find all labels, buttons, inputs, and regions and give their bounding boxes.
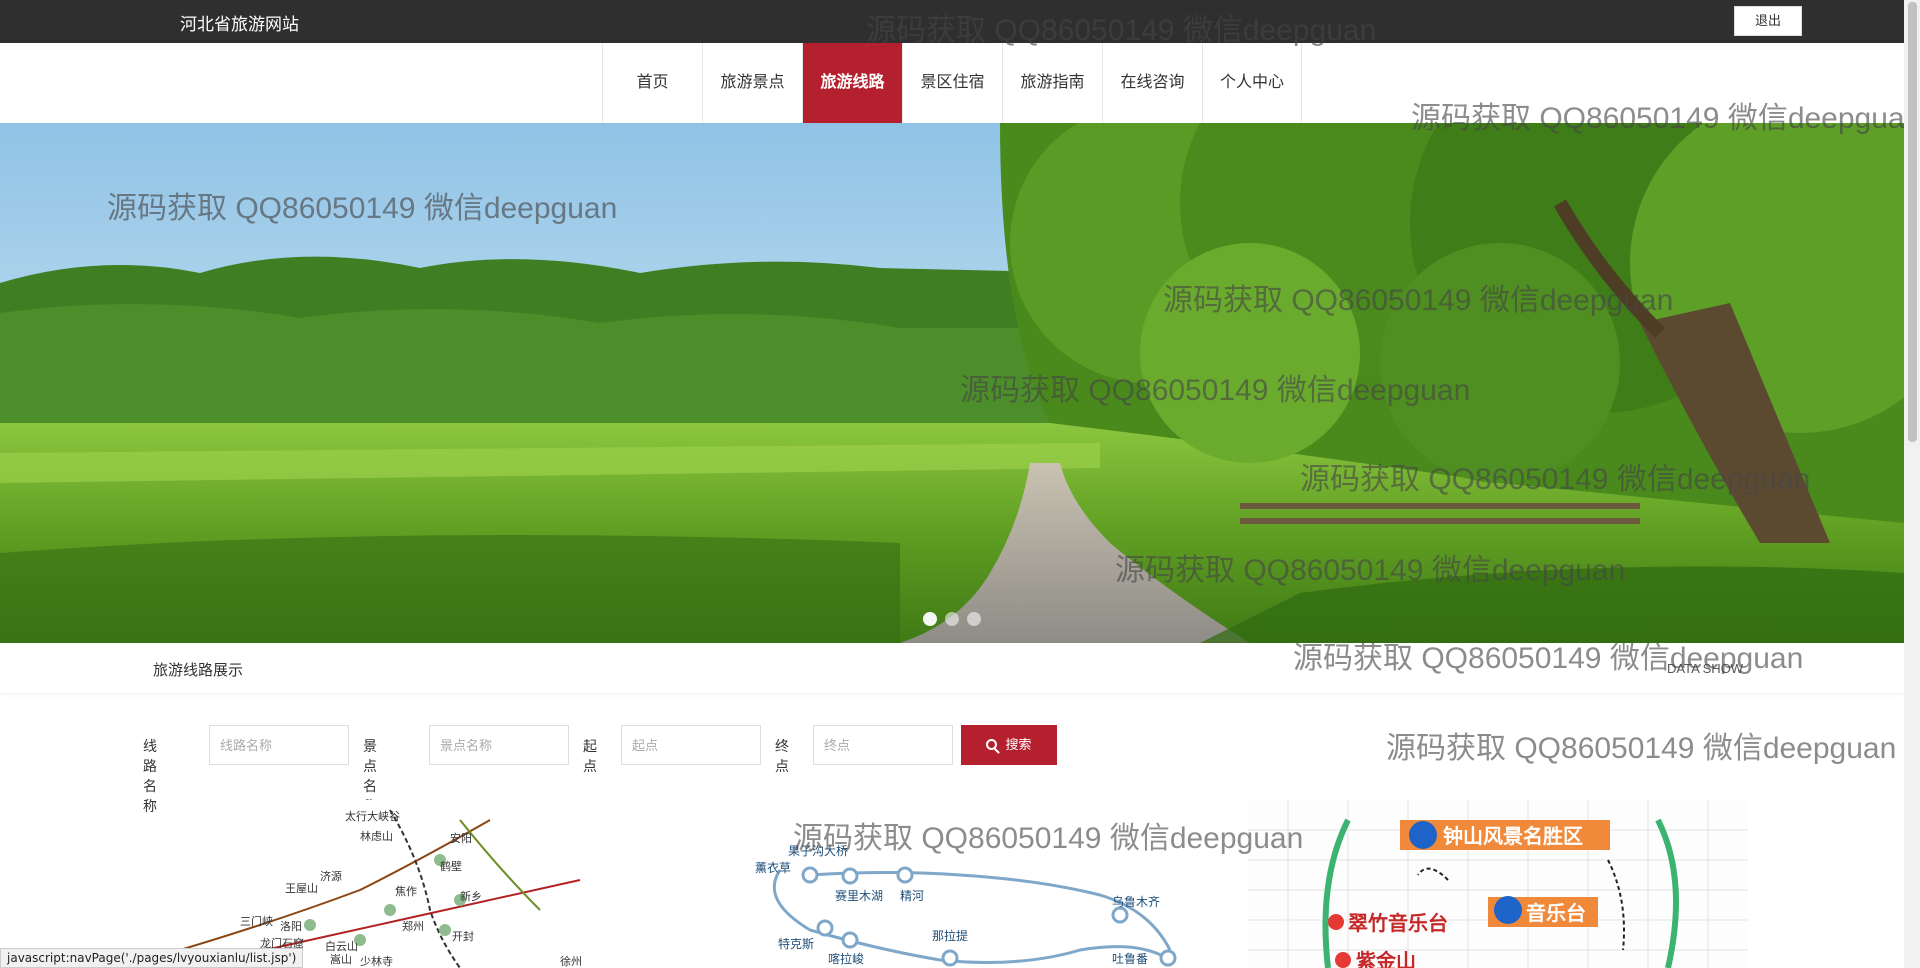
card1-label: 开封 [452, 929, 474, 943]
card2-label: 精河 [900, 889, 924, 903]
browser-status-bar: javascript:navPage('./pages/lvyouxianlu/… [0, 948, 304, 968]
route-map-image-1: 太行大峡谷 林虑山 安阳 王屋山 济源 鹤壁 焦作 新乡 三门峡 洛阳 郑州 开… [160, 800, 680, 968]
route-map-image-3: 钟山风景名胜区 音乐台 翠竹音乐台 紫金山 [1248, 800, 1748, 968]
section-header: 旅游线路展示 DATA SHOW [0, 643, 1904, 693]
carousel-dots [923, 612, 981, 626]
route-name-label: 线路名称 [143, 738, 157, 814]
search-icon [986, 739, 998, 750]
card1-label: 林虑山 [360, 829, 393, 843]
card3-label: 紫金山 [1356, 949, 1416, 968]
spot-name-input[interactable] [429, 725, 569, 765]
nav-item-guide[interactable]: 旅游指南 [1002, 43, 1102, 123]
card2-label: 薰衣草 [755, 860, 791, 875]
card1-label: 王屋山 [285, 882, 318, 895]
nav-item-attractions[interactable]: 旅游景点 [702, 43, 802, 123]
card2-label: 喀拉峻 [828, 951, 864, 966]
card2-label: 那拉提 [932, 928, 968, 943]
logout-button[interactable]: 退出 [1734, 6, 1802, 36]
carousel-dot-3[interactable] [967, 612, 981, 626]
card1-label: 太行大峡谷 [345, 809, 400, 823]
watermark: 源码获取 QQ86050149 微信deepguan [1386, 732, 1897, 765]
card1-label: 白云山 [325, 939, 358, 953]
route-card-1[interactable]: 太行大峡谷 林虑山 安阳 王屋山 济源 鹤壁 焦作 新乡 三门峡 洛阳 郑州 开… [160, 800, 680, 968]
nav-item-routes[interactable]: 旅游线路 [802, 43, 902, 123]
card1-label: 济源 [320, 869, 342, 883]
section-subtitle: DATA SHOW [1667, 661, 1744, 676]
carousel-dot-2[interactable] [945, 612, 959, 626]
card1-label: 安阳 [450, 831, 472, 845]
end-input[interactable] [813, 725, 953, 765]
banner-landscape-image [0, 123, 1904, 643]
card3-label: 钟山风景名胜区 [1443, 824, 1583, 848]
main-nav: 首页 旅游景点 旅游线路 景区住宿 旅游指南 在线咨询 个人中心 [0, 43, 1904, 123]
route-map-image-2: 果子沟大桥 薰衣草 赛里木湖 精河 乌鲁木齐 特克斯 那拉提 喀拉峻 吐鲁番 [740, 800, 1200, 968]
route-card-2[interactable]: 果子沟大桥 薰衣草 赛里木湖 精河 乌鲁木齐 特克斯 那拉提 喀拉峻 吐鲁番 [740, 800, 1200, 968]
nav-item-profile[interactable]: 个人中心 [1202, 43, 1302, 123]
nav-item-home[interactable]: 首页 [602, 43, 702, 123]
card3-label: 翠竹音乐台 [1348, 911, 1448, 935]
card2-label: 特克斯 [778, 936, 814, 951]
scrollbar-thumb[interactable] [1908, 2, 1917, 442]
route-card-3[interactable]: 钟山风景名胜区 音乐台 翠竹音乐台 紫金山 [1248, 800, 1748, 968]
page-scrollbar[interactable] [1904, 0, 1920, 968]
card1-label: 徐州 [560, 954, 582, 968]
top-bar: 河北省旅游网站 退出 [0, 0, 1920, 43]
card3-label: 音乐台 [1526, 901, 1586, 925]
nav-item-consult[interactable]: 在线咨询 [1102, 43, 1202, 123]
card1-label: 新乡 [460, 889, 482, 903]
card2-label: 吐鲁番 [1112, 952, 1148, 966]
end-label: 终点 [775, 738, 789, 774]
card1-label: 少林寺 [360, 954, 393, 968]
card1-label: 洛阳 [280, 919, 302, 933]
route-name-input[interactable] [209, 725, 349, 765]
carousel-dot-1[interactable] [923, 612, 937, 626]
site-title: 河北省旅游网站 [180, 15, 299, 34]
nav-item-lodging[interactable]: 景区住宿 [902, 43, 1002, 123]
card1-label: 鹤壁 [440, 859, 462, 873]
card1-label: 嵩山 [330, 953, 352, 966]
card2-label: 乌鲁木齐 [1112, 894, 1160, 909]
start-input[interactable] [621, 725, 761, 765]
card1-label: 郑州 [402, 919, 424, 933]
card2-label: 赛里木湖 [835, 888, 883, 903]
card1-label: 三门峡 [240, 914, 273, 928]
start-label: 起点 [583, 738, 597, 774]
banner-carousel[interactable] [0, 123, 1904, 643]
search-button-label: 搜索 [1005, 737, 1032, 752]
search-button[interactable]: 搜索 [961, 725, 1057, 765]
section-title: 旅游线路展示 [153, 662, 244, 679]
card2-label: 果子沟大桥 [788, 844, 848, 858]
card1-label: 焦作 [395, 885, 417, 898]
